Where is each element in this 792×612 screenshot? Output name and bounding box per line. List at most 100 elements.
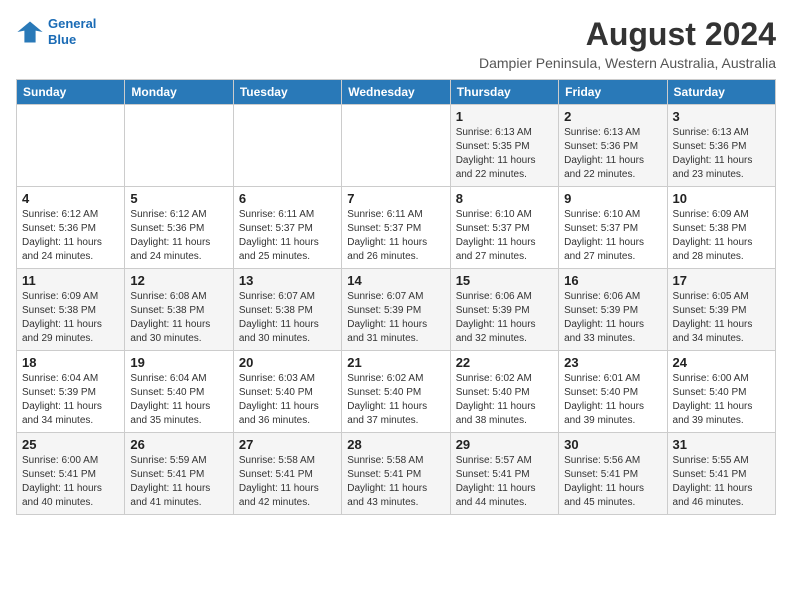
- day-number: 18: [22, 355, 119, 370]
- calendar-cell: 3Sunrise: 6:13 AM Sunset: 5:36 PM Daylig…: [667, 105, 775, 187]
- day-info: Sunrise: 6:03 AM Sunset: 5:40 PM Dayligh…: [239, 372, 336, 428]
- calendar-cell: 1 Sunrise: 6:13 AM Sunset: 5:35 PM Daylig…: [450, 105, 558, 187]
- day-info: Sunrise: 6:08 AM Sunset: 5:38 PM Dayligh…: [130, 290, 227, 346]
- day-info: Sunrise: 6:13 AM Sunset: 5:36 PM Dayligh…: [564, 126, 661, 182]
- day-info: Sunrise: 6:10 AM Sunset: 5:37 PM Dayligh…: [564, 208, 661, 264]
- day-info: Sunrise: 6:07 AM Sunset: 5:38 PM Dayligh…: [239, 290, 336, 346]
- day-info: Sunrise: 6:01 AM Sunset: 5:40 PM Dayligh…: [564, 372, 661, 428]
- calendar-cell: 27Sunrise: 5:58 AM Sunset: 5:41 PM Dayli…: [233, 433, 341, 515]
- calendar-week-row: 18 Sunrise: 6:04 AM Sunset: 5:39 PM Dayli…: [17, 351, 776, 433]
- calendar-cell: 30Sunrise: 5:56 AM Sunset: 5:41 PM Dayli…: [559, 433, 667, 515]
- weekday-header: Thursday: [450, 80, 558, 105]
- day-number: 17: [673, 273, 770, 288]
- weekday-header: Monday: [125, 80, 233, 105]
- calendar-cell: 26 Sunrise: 5:59 AM Sunset: 5:41 PM Dayli…: [125, 433, 233, 515]
- day-info: Sunrise: 6:09 AM Sunset: 5:38 PM Dayligh…: [673, 208, 770, 264]
- day-number: 4: [22, 191, 119, 206]
- day-info: Sunrise: 6:11 AM Sunset: 5:37 PM Dayligh…: [239, 208, 336, 264]
- day-info: Sunrise: 6:06 AM Sunset: 5:39 PM Dayligh…: [456, 290, 553, 346]
- day-info: Sunrise: 5:59 AM Sunset: 5:41 PM Dayligh…: [130, 454, 227, 510]
- day-info: Sunrise: 6:12 AM Sunset: 5:36 PM Dayligh…: [22, 208, 119, 264]
- day-info: Sunrise: 6:02 AM Sunset: 5:40 PM Dayligh…: [347, 372, 444, 428]
- calendar-cell: 28Sunrise: 5:58 AM Sunset: 5:41 PM Dayli…: [342, 433, 450, 515]
- day-info: Sunrise: 6:04 AM Sunset: 5:40 PM Dayligh…: [130, 372, 227, 428]
- day-number: 29: [456, 437, 553, 452]
- day-info: Sunrise: 6:13 AM Sunset: 5:35 PM Dayligh…: [456, 126, 553, 182]
- calendar-table: SundayMondayTuesdayWednesdayThursdayFrid…: [16, 79, 776, 515]
- day-number: 8: [456, 191, 553, 206]
- calendar-cell: 24Sunrise: 6:00 AM Sunset: 5:40 PM Dayli…: [667, 351, 775, 433]
- calendar-cell: 4 Sunrise: 6:12 AM Sunset: 5:36 PM Daylig…: [17, 187, 125, 269]
- day-number: 25: [22, 437, 119, 452]
- weekday-header: Tuesday: [233, 80, 341, 105]
- calendar-cell: 16Sunrise: 6:06 AM Sunset: 5:39 PM Dayli…: [559, 269, 667, 351]
- calendar-cell: 14Sunrise: 6:07 AM Sunset: 5:39 PM Dayli…: [342, 269, 450, 351]
- calendar-cell: [233, 105, 341, 187]
- calendar-week-row: 4 Sunrise: 6:12 AM Sunset: 5:36 PM Daylig…: [17, 187, 776, 269]
- day-info: Sunrise: 6:11 AM Sunset: 5:37 PM Dayligh…: [347, 208, 444, 264]
- day-info: Sunrise: 6:02 AM Sunset: 5:40 PM Dayligh…: [456, 372, 553, 428]
- day-info: Sunrise: 6:05 AM Sunset: 5:39 PM Dayligh…: [673, 290, 770, 346]
- header: General Blue August 2024 Dampier Peninsu…: [16, 16, 776, 71]
- day-number: 23: [564, 355, 661, 370]
- calendar-cell: 13 Sunrise: 6:07 AM Sunset: 5:38 PM Dayli…: [233, 269, 341, 351]
- calendar-cell: 19 Sunrise: 6:04 AM Sunset: 5:40 PM Dayli…: [125, 351, 233, 433]
- day-number: 7: [347, 191, 444, 206]
- calendar-cell: [125, 105, 233, 187]
- calendar-cell: 25 Sunrise: 6:00 AM Sunset: 5:41 PM Dayli…: [17, 433, 125, 515]
- calendar-cell: 18 Sunrise: 6:04 AM Sunset: 5:39 PM Dayli…: [17, 351, 125, 433]
- day-number: 28: [347, 437, 444, 452]
- day-number: 21: [347, 355, 444, 370]
- calendar-cell: 11Sunrise: 6:09 AM Sunset: 5:38 PM Dayli…: [17, 269, 125, 351]
- day-info: Sunrise: 5:58 AM Sunset: 5:41 PM Dayligh…: [239, 454, 336, 510]
- calendar-cell: 5Sunrise: 6:12 AM Sunset: 5:36 PM Daylig…: [125, 187, 233, 269]
- day-number: 16: [564, 273, 661, 288]
- day-number: 5: [130, 191, 227, 206]
- day-number: 6: [239, 191, 336, 206]
- day-info: Sunrise: 6:13 AM Sunset: 5:36 PM Dayligh…: [673, 126, 770, 182]
- calendar-cell: 12 Sunrise: 6:08 AM Sunset: 5:38 PM Dayli…: [125, 269, 233, 351]
- calendar-cell: 20 Sunrise: 6:03 AM Sunset: 5:40 PM Dayli…: [233, 351, 341, 433]
- day-info: Sunrise: 5:56 AM Sunset: 5:41 PM Dayligh…: [564, 454, 661, 510]
- calendar-cell: [342, 105, 450, 187]
- calendar-cell: 23 Sunrise: 6:01 AM Sunset: 5:40 PM Dayli…: [559, 351, 667, 433]
- day-number: 9: [564, 191, 661, 206]
- day-info: Sunrise: 6:07 AM Sunset: 5:39 PM Dayligh…: [347, 290, 444, 346]
- weekday-header: Friday: [559, 80, 667, 105]
- day-number: 19: [130, 355, 227, 370]
- calendar-cell: 29 Sunrise: 5:57 AM Sunset: 5:41 PM Dayli…: [450, 433, 558, 515]
- day-number: 26: [130, 437, 227, 452]
- logo-text: General Blue: [48, 16, 96, 47]
- day-info: Sunrise: 5:57 AM Sunset: 5:41 PM Dayligh…: [456, 454, 553, 510]
- day-number: 15: [456, 273, 553, 288]
- day-info: Sunrise: 6:00 AM Sunset: 5:41 PM Dayligh…: [22, 454, 119, 510]
- weekday-header: Wednesday: [342, 80, 450, 105]
- day-number: 1: [456, 109, 553, 124]
- calendar-cell: 10Sunrise: 6:09 AM Sunset: 5:38 PM Dayli…: [667, 187, 775, 269]
- calendar-cell: 22Sunrise: 6:02 AM Sunset: 5:40 PM Dayli…: [450, 351, 558, 433]
- calendar-cell: 31 Sunrise: 5:55 AM Sunset: 5:41 PM Dayli…: [667, 433, 775, 515]
- day-info: Sunrise: 6:10 AM Sunset: 5:37 PM Dayligh…: [456, 208, 553, 264]
- calendar-week-row: 1 Sunrise: 6:13 AM Sunset: 5:35 PM Daylig…: [17, 105, 776, 187]
- calendar-cell: 9 Sunrise: 6:10 AM Sunset: 5:37 PM Daylig…: [559, 187, 667, 269]
- day-number: 24: [673, 355, 770, 370]
- page-title: August 2024: [479, 16, 776, 53]
- calendar-cell: 7 Sunrise: 6:11 AM Sunset: 5:37 PM Daylig…: [342, 187, 450, 269]
- day-number: 12: [130, 273, 227, 288]
- calendar-cell: 15 Sunrise: 6:06 AM Sunset: 5:39 PM Dayli…: [450, 269, 558, 351]
- calendar-cell: 21 Sunrise: 6:02 AM Sunset: 5:40 PM Dayli…: [342, 351, 450, 433]
- day-info: Sunrise: 6:09 AM Sunset: 5:38 PM Dayligh…: [22, 290, 119, 346]
- day-number: 31: [673, 437, 770, 452]
- logo-icon: [16, 18, 44, 46]
- day-info: Sunrise: 6:04 AM Sunset: 5:39 PM Dayligh…: [22, 372, 119, 428]
- weekday-header: Saturday: [667, 80, 775, 105]
- day-number: 20: [239, 355, 336, 370]
- calendar-cell: 2Sunrise: 6:13 AM Sunset: 5:36 PM Daylig…: [559, 105, 667, 187]
- logo: General Blue: [16, 16, 96, 47]
- page-subtitle: Dampier Peninsula, Western Australia, Au…: [479, 55, 776, 71]
- weekday-header-row: SundayMondayTuesdayWednesdayThursdayFrid…: [17, 80, 776, 105]
- calendar-week-row: 25 Sunrise: 6:00 AM Sunset: 5:41 PM Dayli…: [17, 433, 776, 515]
- day-info: Sunrise: 5:55 AM Sunset: 5:41 PM Dayligh…: [673, 454, 770, 510]
- calendar-cell: 8 Sunrise: 6:10 AM Sunset: 5:37 PM Daylig…: [450, 187, 558, 269]
- day-number: 13: [239, 273, 336, 288]
